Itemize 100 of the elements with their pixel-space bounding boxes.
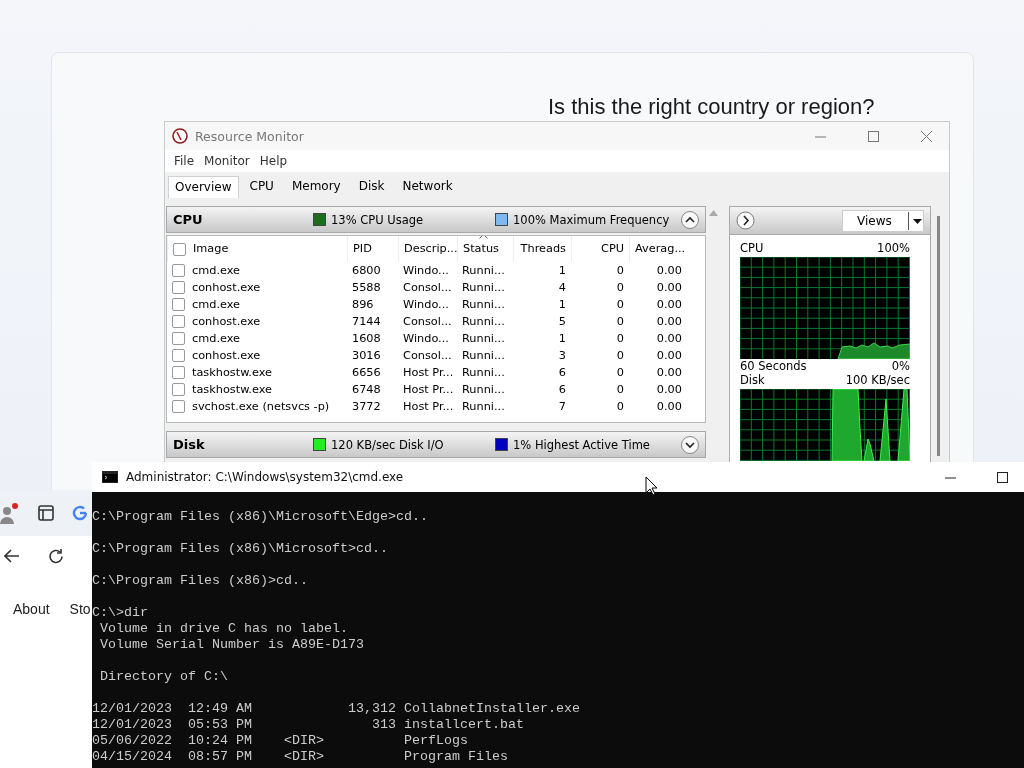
table-cell: cmd.exe <box>167 331 347 346</box>
table-cell: cmd.exe <box>167 297 347 312</box>
table-cell-text: 0 <box>615 264 625 277</box>
chevron-icon <box>685 440 695 449</box>
table-cell-text: Consol... <box>402 281 453 294</box>
checkbox[interactable] <box>172 281 185 295</box>
graph-title: CPU <box>740 241 764 255</box>
table-cell-text: 0.00 <box>655 315 683 328</box>
expand-button[interactable] <box>681 435 699 454</box>
dropdown-icon <box>908 211 923 230</box>
profile-icon[interactable] <box>0 502 20 524</box>
tab[interactable]: CPU <box>242 175 281 198</box>
views-button[interactable]: Views <box>842 209 924 232</box>
table-cell-text: 6 <box>557 366 567 379</box>
table-cell-text: 0 <box>615 383 625 396</box>
checkbox[interactable] <box>172 298 185 312</box>
column-header[interactable]: Image <box>167 236 347 262</box>
table-cell-text: 0 <box>615 400 625 413</box>
terminal-line: C:\>dir <box>92 605 148 620</box>
table-cell-text: 0.00 <box>655 264 683 277</box>
table-cell-text: 3 <box>557 349 567 362</box>
scroll-up-icon[interactable] <box>709 210 718 216</box>
window-title: Administrator: C:\Windows\system32\cmd.exe <box>126 470 404 484</box>
table-cell-text: 1 <box>557 332 567 345</box>
table-cell-text: 5 <box>557 315 567 328</box>
checkbox[interactable] <box>172 400 185 414</box>
table-cell: taskhostw.exe <box>167 365 347 380</box>
graph-title: Disk <box>740 373 765 387</box>
table-cell-text: 1 <box>557 298 567 311</box>
column-header[interactable]: PID <box>347 236 398 262</box>
checkbox[interactable] <box>172 383 185 397</box>
section-header[interactable]: CPU 13% CPU Usage 100% Maximum Frequency <box>166 206 706 233</box>
table-cell-text: 7 <box>557 400 567 413</box>
scrollbar[interactable] <box>937 216 940 456</box>
graph-time-label: 60 Seconds <box>740 359 807 373</box>
column-header[interactable]: CPU <box>571 236 629 262</box>
table-cell-text: Runni... <box>461 349 506 362</box>
table-cell-text: 7144 <box>351 315 382 328</box>
checkbox[interactable] <box>172 315 185 329</box>
table-cell-text: 0.00 <box>655 383 683 396</box>
close-icon[interactable] <box>920 130 932 142</box>
checkbox[interactable] <box>172 349 185 363</box>
tab-icon[interactable] <box>38 505 54 521</box>
section-title: Disk <box>173 437 206 452</box>
collapse-button[interactable] <box>681 210 699 229</box>
menu-item[interactable]: Monitor <box>199 154 255 168</box>
chevron-icon <box>685 215 695 224</box>
tab-favicon-icon <box>72 505 88 521</box>
column-header[interactable]: Status <box>457 236 513 262</box>
tab[interactable]: Overview <box>168 176 239 198</box>
menu-item[interactable]: File <box>169 154 200 168</box>
table-cell-text: Host Pr... <box>402 366 455 379</box>
table-cell-text: 1608 <box>351 332 382 345</box>
checkbox[interactable] <box>173 242 186 256</box>
table-cell-text: 6800 <box>351 264 382 277</box>
maximize-icon[interactable] <box>996 471 1008 483</box>
tab[interactable]: Network <box>395 175 460 198</box>
table-cell-text: 0.00 <box>655 281 683 294</box>
table-cell-text: Consol... <box>402 315 453 328</box>
table-cell-text: Runni... <box>461 366 506 379</box>
table-cell-text: Runni... <box>461 383 506 396</box>
section-header[interactable]: Disk 120 KB/sec Disk I/O 1% Highest Active Time <box>166 431 706 458</box>
checkbox[interactable] <box>172 332 185 346</box>
table-cell-text: 0 <box>615 332 625 345</box>
column-header[interactable]: Descrip... <box>398 236 457 262</box>
checkbox[interactable] <box>172 264 185 278</box>
menu-item[interactable]: Help <box>254 154 293 168</box>
tab[interactable]: Disk <box>351 175 392 198</box>
table-cell-text: Runni... <box>461 315 506 328</box>
table-cell-text: 0 <box>615 315 625 328</box>
legend-label: 100% Maximum Frequency <box>513 212 670 227</box>
column-header[interactable]: Averag... <box>629 236 687 262</box>
column-header[interactable]: Threads <box>513 236 571 262</box>
terminal-line: 12/01/2023 05:53 PM 313 installcert.bat <box>92 717 524 732</box>
table-cell-text: 0.00 <box>655 400 683 413</box>
checkbox[interactable] <box>172 366 185 380</box>
nav-link[interactable]: About <box>13 601 50 617</box>
tab[interactable]: Memory <box>284 175 348 198</box>
nav-link[interactable]: Sto <box>69 601 91 617</box>
back-icon[interactable] <box>4 549 20 563</box>
terminal-line: Volume Serial Number is A89E-D173 <box>99 637 364 652</box>
table-cell-text: 0 <box>615 366 625 379</box>
graph-scale-label: 0% <box>891 359 910 373</box>
graph-scale-label: 100 KB/sec <box>845 373 910 387</box>
gauge-icon <box>172 128 188 144</box>
table-cell-text: 6748 <box>351 383 382 396</box>
table-cell-text: Runni... <box>461 332 506 345</box>
terminal-line: Directory of C:\ <box>99 669 228 684</box>
table-cell-text: 0.00 <box>655 349 683 362</box>
table-cell-text: Runni... <box>461 400 506 413</box>
table-cell: cmd.exe <box>167 263 347 278</box>
table-cell: conhost.exe <box>167 280 347 295</box>
table-cell-text: 0.00 <box>655 332 683 345</box>
reload-icon[interactable] <box>48 547 65 565</box>
table-cell-text: Consol... <box>402 349 453 362</box>
legend-label: 1% Highest Active Time <box>513 437 650 452</box>
table-cell-text: 0 <box>615 281 625 294</box>
table-cell-text: Host Pr... <box>402 383 455 396</box>
terminal-line: C:\Program Files (x86)>cd.. <box>92 573 308 588</box>
table-cell-text: Windo... <box>402 332 450 345</box>
